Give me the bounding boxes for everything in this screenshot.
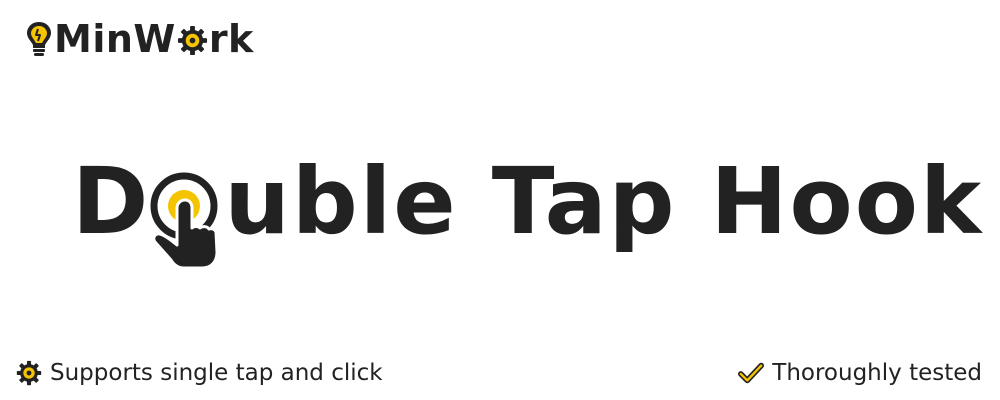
feature-label: Supports single tap and click <box>50 360 383 386</box>
hero-title-end: uble Tap Hook <box>224 148 984 255</box>
check-icon <box>738 362 765 384</box>
logo-text-start: MinW <box>54 17 176 61</box>
hero-title-start: D <box>72 148 151 255</box>
feature-tested: Thoroughly tested <box>738 358 982 388</box>
feature-single-tap: Supports single tap and click <box>16 358 383 388</box>
gear-icon <box>16 360 42 386</box>
minwork-logo: MinW rk <box>24 18 254 60</box>
hero-title: D uble Tap Hook <box>72 148 984 270</box>
gear-icon <box>177 25 207 56</box>
lightbulb-icon <box>27 22 51 56</box>
feature-label: Thoroughly tested <box>772 360 982 386</box>
tap-finger-icon <box>150 172 219 270</box>
logo-text-end: rk <box>208 17 254 61</box>
hero-o-tap <box>150 152 224 270</box>
